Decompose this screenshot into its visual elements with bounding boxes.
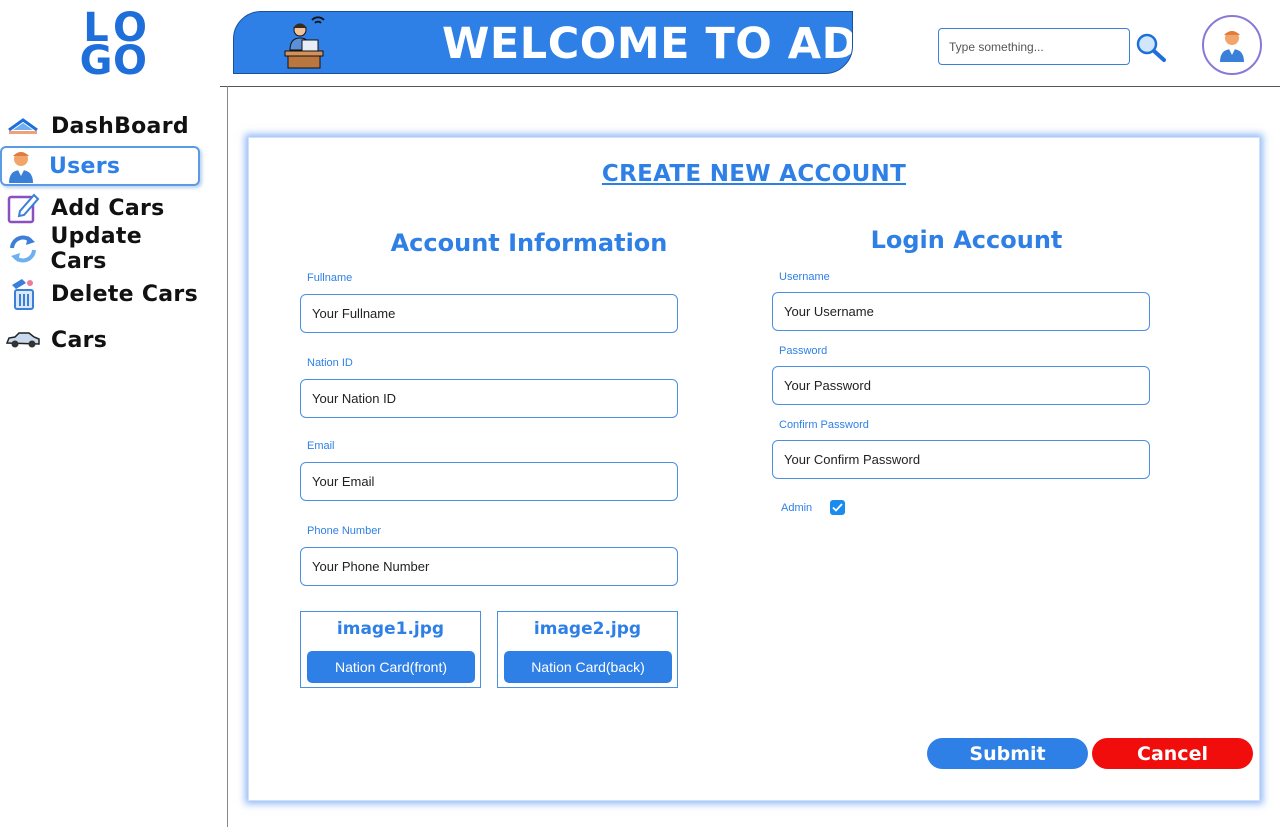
nation-card-back-upload: image2.jpg Nation Card(back): [497, 611, 678, 688]
welcome-banner: WELCOME TO ADMIN: [233, 11, 853, 74]
confirm-password-label: Confirm Password: [779, 419, 869, 431]
account-information-heading: Account Information: [390, 229, 668, 257]
nation-id-field[interactable]: [300, 379, 678, 418]
nation-card-front-button[interactable]: Nation Card(front): [307, 651, 475, 683]
email-label: Email: [307, 440, 335, 452]
logo: L O G O: [78, 8, 147, 84]
logo-letter: G: [79, 38, 113, 84]
edit-icon: [7, 193, 40, 224]
checkmark-icon: [832, 503, 843, 512]
sidebar-item-delete-cars[interactable]: Delete Cars: [4, 274, 204, 314]
nation-card-front-upload: image1.jpg Nation Card(front): [300, 611, 481, 688]
admin-checkbox[interactable]: [830, 500, 845, 515]
password-label: Password: [779, 345, 828, 357]
sidebar-item-dashboard[interactable]: DashBoard: [4, 106, 204, 146]
fullname-field[interactable]: [300, 294, 678, 333]
sidebar-item-add-cars[interactable]: Add Cars: [4, 188, 204, 228]
search-icon[interactable]: [1134, 31, 1168, 63]
sidebar-item-update-cars[interactable]: Update Cars: [4, 224, 204, 274]
car-icon: [5, 332, 40, 348]
user-icon: [9, 152, 33, 183]
create-account-card: CREATE NEW ACCOUNT Account Information F…: [248, 137, 1260, 801]
dashboard-icon: [8, 118, 38, 134]
admin-label: Admin: [781, 502, 813, 514]
sidebar-item-label: Cars: [51, 327, 108, 353]
submit-button[interactable]: Submit: [927, 738, 1088, 769]
phone-number-label: Phone Number: [307, 525, 381, 537]
sidebar-item-label: DashBoard: [51, 113, 189, 139]
avatar[interactable]: [1202, 15, 1262, 75]
nation-card-back-button[interactable]: Nation Card(back): [504, 651, 672, 683]
username-label: Username: [779, 271, 830, 283]
image1-filename: image1.jpg: [336, 619, 445, 639]
trash-icon: [12, 279, 34, 310]
cancel-button[interactable]: Cancel: [1092, 738, 1253, 769]
fullname-label: Fullname: [307, 272, 353, 284]
sidebar-item-users[interactable]: Users: [0, 146, 200, 186]
sidebar-item-label: Users: [49, 153, 121, 179]
sidebar-item-label: Delete Cars: [51, 281, 198, 307]
sidebar-item-label: Add Cars: [51, 195, 165, 221]
admin-desk-icon: [284, 16, 325, 69]
user-avatar-icon: [1220, 31, 1244, 62]
header-divider: [220, 86, 1280, 87]
search-input[interactable]: [938, 28, 1130, 65]
banner-title: WELCOME TO ADMIN: [442, 19, 853, 69]
login-account-heading: Login Account: [870, 226, 1063, 254]
phone-number-field[interactable]: [300, 547, 678, 586]
confirm-password-field[interactable]: [772, 440, 1150, 479]
logo-letter: O: [112, 38, 147, 84]
image2-filename: image2.jpg: [533, 619, 642, 639]
sidebar-item-label: Update Cars: [50, 224, 142, 274]
page-title: CREATE NEW ACCOUNT: [601, 161, 907, 187]
refresh-icon: [9, 235, 36, 263]
nation-id-label: Nation ID: [307, 357, 353, 369]
sidebar-item-cars[interactable]: Cars: [4, 320, 204, 360]
sidebar-divider: [227, 86, 228, 827]
email-field[interactable]: [300, 462, 678, 501]
password-field[interactable]: [772, 366, 1150, 405]
username-field[interactable]: [772, 292, 1150, 331]
